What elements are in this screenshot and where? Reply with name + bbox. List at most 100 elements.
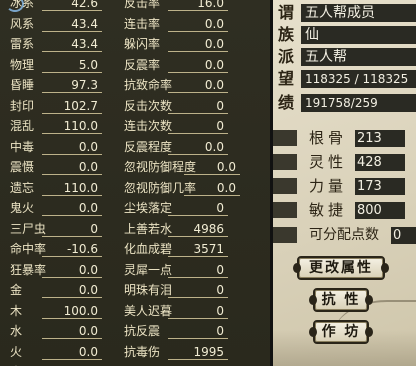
stat-value: 16.0 (168, 0, 228, 11)
stat-label: 风系 (10, 16, 35, 31)
stat-label: 连击次数 (124, 119, 173, 133)
merit-value: 191758/259 (301, 94, 416, 112)
stat-value: 4986 (168, 221, 228, 237)
stat-value: 0 (168, 323, 228, 339)
fame-row: 望 118325 / 118325 (273, 68, 416, 90)
stat-value: 0 (168, 98, 228, 114)
character-info-panel: 谓 五人帮成员 族 仙 派 五人帮 望 118325 / 118325 绩 19… (273, 0, 416, 366)
stat-row: 三尸虫 0 上善若水 4986 (0, 219, 270, 239)
stat-row: 火 0.0 抗毒伤 1995 (0, 342, 270, 362)
stat-label: 抗毒伤 (124, 344, 161, 359)
stat-label: 化血成碧 (124, 242, 173, 256)
fame-key: 望 (278, 69, 295, 88)
stat-value: 0.0 (168, 57, 228, 73)
stat-label: 命中率 (10, 242, 47, 256)
attr-label: 根骨 (309, 129, 348, 147)
stat-value: 0.0 (168, 36, 228, 52)
attr-stub (273, 130, 297, 146)
stat-value: 0 (168, 118, 228, 134)
stat-value: 0 (168, 303, 228, 319)
stat-label: 冰系 (10, 0, 35, 10)
stat-label: 上善若水 (124, 221, 173, 236)
attr-stub (273, 178, 297, 194)
stat-value: 102.7 (42, 98, 102, 114)
stat-value: 0.0 (42, 323, 102, 339)
stat-row: 木 100.0 美人迟暮 0 (0, 301, 270, 321)
title-key: 谓 (278, 3, 295, 22)
change-attributes-button[interactable]: 更改属性 (293, 256, 389, 280)
merit-row: 绩 191758/259 (273, 92, 416, 114)
stat-value: 0.0 (42, 344, 102, 360)
stat-row: 封印 102.7 反击次数 0 (0, 96, 270, 116)
stat-value: 0.0 (42, 200, 102, 216)
stat-label: 昏睡 (10, 78, 35, 92)
stat-value: 110.0 (42, 118, 102, 134)
stat-value: 110.0 (42, 180, 102, 196)
free-points-label: 可分配点数 (309, 227, 379, 243)
stat-row: 中毒 0.0 反震程度 0.0 (0, 137, 270, 157)
stat-label: 金 (10, 283, 23, 297)
attr-value: 428 (355, 154, 405, 171)
stat-value: 97.3 (42, 77, 102, 93)
stat-row: 震慑 0.0 忽视防御程度 0.0 (0, 157, 270, 177)
attr-agility: 敏捷 800 (273, 200, 416, 220)
stat-row: 遗忘 110.0 忽视防御几率 0.0 (0, 178, 270, 198)
stat-row: 狂暴率 0.0 灵犀一点 0 (0, 260, 270, 280)
stat-label: 反击次数 (124, 98, 173, 113)
attr-label: 敏捷 (309, 201, 348, 219)
stat-row: 命中率 -10.6 化血成碧 3571 (0, 239, 270, 259)
stat-row: 雷系 43.4 躲闪率 0.0 (0, 34, 270, 54)
stat-label: 木 (10, 303, 23, 318)
stat-label: 雷系 (10, 37, 35, 51)
stat-row: 昏睡 97.3 抗致命率 0.0 (0, 75, 270, 95)
stat-value: 0.0 (42, 159, 102, 175)
stat-value: 0.0 (42, 262, 102, 278)
stat-row: 金 0.0 明珠有泪 0 (0, 280, 270, 300)
stat-value: 42.6 (42, 0, 102, 11)
fame-value: 118325 / 118325 (301, 70, 416, 88)
attr-stub (273, 227, 297, 243)
stat-label: 混乱 (10, 119, 35, 133)
stat-label: 狂暴率 (10, 262, 47, 277)
stat-label: 连击率 (124, 16, 161, 31)
stat-label: 鬼火 (10, 201, 35, 215)
stat-value: 0.0 (42, 139, 102, 155)
faction-row: 派 五人帮 (273, 46, 416, 68)
stat-value: 100.0 (42, 303, 102, 319)
resistance-button[interactable]: 抗 性 (309, 288, 373, 312)
stat-value: 43.4 (42, 36, 102, 52)
stat-row: 冰系 42.6 反击率 16.0 (0, 0, 270, 13)
attr-stub (273, 202, 297, 218)
stat-label: 三尸虫 (10, 221, 47, 236)
stat-row: 混乱 110.0 连击次数 0 (0, 116, 270, 136)
stat-value: 0 (168, 262, 228, 278)
stat-value: 0.0 (168, 139, 228, 155)
stat-value: 5.0 (42, 57, 102, 73)
stats-panel: 冰系 42.6 反击率 16.0 风系 43.4 连击率 0.0 雷系 43.4 躲闪率 0.0 物理 5… (0, 0, 270, 366)
stat-label: 反击率 (124, 0, 161, 10)
race-row: 族 仙 (273, 24, 416, 46)
title-value: 五人帮成员 (301, 4, 416, 22)
stat-label: 灵犀一点 (124, 262, 173, 277)
attr-label: 力量 (309, 177, 348, 195)
stat-label: 反震程度 (124, 139, 173, 154)
workshop-button[interactable]: 作 坊 (309, 320, 373, 344)
stat-value: 43.4 (42, 16, 102, 32)
stat-value: 3571 (168, 241, 228, 257)
stat-label: 封印 (10, 98, 35, 113)
race-key: 族 (278, 25, 295, 44)
free-points-row: 可分配点数 0 (273, 225, 416, 245)
stat-value: 1995 (168, 344, 228, 360)
title-row: 谓 五人帮成员 (273, 2, 416, 24)
stat-label: 水 (10, 324, 23, 338)
stat-value: 0.0 (184, 180, 240, 196)
stat-value: -10.6 (42, 241, 102, 257)
stat-label: 震慑 (10, 160, 35, 174)
stat-value: 0.0 (168, 16, 228, 32)
attr-strength: 力量 173 (273, 176, 416, 196)
stat-row: 水 0.0 抗反震 0 (0, 321, 270, 341)
attr-stub (273, 154, 297, 170)
stat-value: 0 (168, 282, 228, 298)
stat-label: 明珠有泪 (124, 283, 173, 297)
stat-label: 抗致命率 (124, 78, 173, 92)
